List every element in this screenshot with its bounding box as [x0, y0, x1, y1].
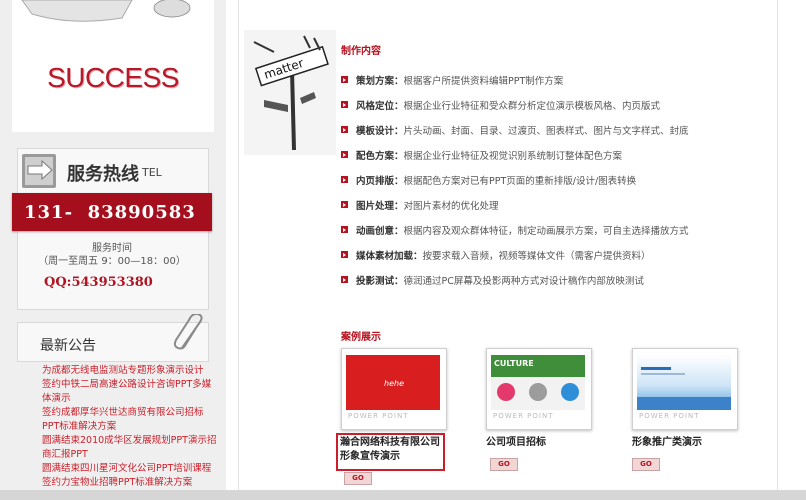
- keyboard-image: [21, 0, 191, 22]
- case-name[interactable]: 瀚合网络科技有限公司 形象宣传演示: [340, 436, 440, 464]
- make-item-media: 媒体素材加载： 按要求载入音频，视频等媒体文件（需客户提供资料）: [341, 242, 761, 267]
- notice-list: 为成都无线电监测站专题形象演示设计 签约中铁二局高速公路设计咨询PPT多媒体演示…: [42, 364, 220, 490]
- go-button[interactable]: GO: [490, 458, 518, 471]
- go-button[interactable]: GO: [632, 458, 660, 471]
- service-time-label: 服务时间: [92, 243, 132, 254]
- case-card[interactable]: POWER POINT: [632, 348, 738, 430]
- make-item-style: 风格定位： 根据企业行业特征和受众群分析定位演示模板风格、内页版式: [341, 92, 761, 117]
- service-time-hours: （周一至周五 9：00—18：00）: [38, 256, 186, 267]
- success-text: SUCCESS: [47, 62, 179, 93]
- make-item-color: 配色方案： 根据企业行业特征及视觉识别系统制订整体配色方案: [341, 142, 761, 167]
- case-card[interactable]: CULTURE POWER POINT: [486, 348, 592, 430]
- bullet-arrow-icon: [341, 101, 348, 108]
- notice-link[interactable]: 为成都无线电监测站专题形象演示设计: [42, 364, 220, 378]
- case-name[interactable]: 公司项目招标: [486, 436, 546, 450]
- case-thumbnail: CULTURE: [491, 355, 585, 410]
- arrow-sign-icon: [22, 154, 56, 188]
- service-time: 服务时间 （周一至周五 9：00—18：00）: [17, 242, 207, 268]
- notice-link[interactable]: 圆满结束四川星河文化公司PPT培训课程: [42, 462, 220, 476]
- make-content-title: 制作内容: [341, 46, 381, 57]
- make-item-layout: 内页排版： 根据配色方案对已有PPT页面的重新排版/设计/图表转换: [341, 167, 761, 192]
- bullet-arrow-icon: [341, 276, 348, 283]
- make-item-template: 模板设计： 片头动画、封面、目录、过渡页、图表样式、图片与文字样式、封底: [341, 117, 761, 142]
- hotline-title: 服务热线: [67, 164, 139, 185]
- notice-link[interactable]: 圆满结束2010成华区发展规划PPT演示招商汇报PPT: [42, 434, 220, 462]
- horizontal-scrollbar[interactable]: [0, 490, 806, 500]
- bullet-arrow-icon: [341, 76, 348, 83]
- notice-link[interactable]: 签约力宝物业招聘PPT标准解决方案: [42, 476, 220, 490]
- case-card[interactable]: hehe POWER POINT: [341, 348, 447, 430]
- make-item-animation: 动画创意： 根据内容及观众群体特征，制定动画展示方案，可自主选择播放方式: [341, 217, 761, 242]
- bullet-arrow-icon: [341, 151, 348, 158]
- notice-link[interactable]: 签约成都厚华兴世达商贸有限公司招标PPT标准解决方案: [42, 406, 220, 434]
- bullet-arrow-icon: [341, 201, 348, 208]
- bullet-arrow-icon: [341, 126, 348, 133]
- notice-title: 最新公告: [40, 338, 96, 354]
- notice-link[interactable]: 签约中铁二局高速公路设计咨询PPT多媒体演示: [42, 378, 220, 406]
- make-item-plan: 策划方案： 根据客户所提供资料编辑PPT制作方案: [341, 67, 761, 92]
- bullet-arrow-icon: [341, 176, 348, 183]
- make-content-list: 策划方案： 根据客户所提供资料编辑PPT制作方案 风格定位： 根据企业行业特征和受众…: [341, 67, 761, 292]
- qq-number: QQ:543953380: [44, 275, 153, 290]
- phone-number: 131- 83890583: [24, 202, 196, 223]
- case-thumbnail: hehe: [346, 355, 440, 410]
- go-button[interactable]: GO: [344, 472, 372, 485]
- case-thumbnail: [637, 355, 731, 410]
- bullet-arrow-icon: [341, 251, 348, 258]
- hotline-tel-label: TEL: [142, 166, 162, 179]
- make-item-projection: 投影测试： 德润通过PC屏幕及投影两种方式对设计稿作内部放映测试: [341, 267, 761, 292]
- sign-post-illustration: matter: [244, 30, 336, 155]
- paperclip-icon: [173, 314, 203, 350]
- case-title: 案例展示: [341, 332, 381, 343]
- bullet-arrow-icon: [341, 226, 348, 233]
- case-name[interactable]: 形象推广类演示: [632, 436, 702, 450]
- make-item-image: 图片处理： 对图片素材的优化处理: [341, 192, 761, 217]
